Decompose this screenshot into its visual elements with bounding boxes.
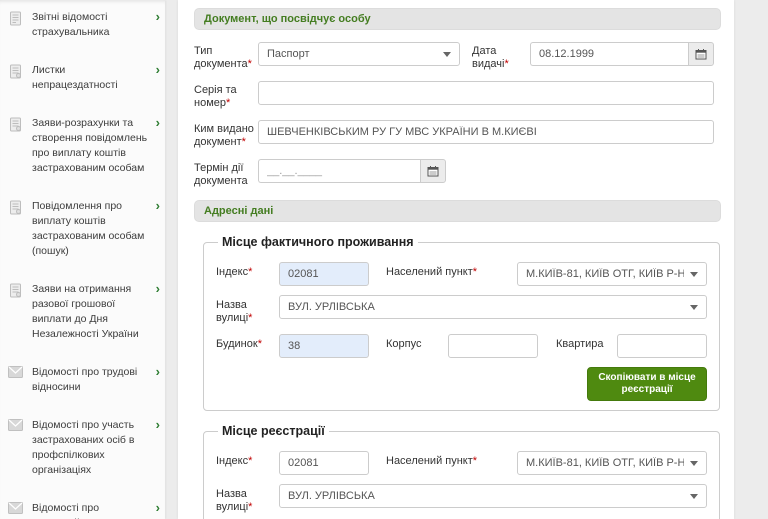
sidebar-item-zvitni-vidomosti[interactable]: Звітні відомості страхувальника ›	[8, 10, 160, 40]
residence-street-select[interactable]: ВУЛ. УРЛІВСЬКА	[279, 295, 707, 319]
block-label: Корпус	[386, 334, 448, 350]
series-number-input[interactable]	[258, 81, 714, 105]
required-asterisk: *	[258, 338, 262, 350]
registration-settlement-value: М.КИЇВ-81, КИЇВ ОТГ, КИЇВ Р-Н, КИЇВ ОБЛ.	[526, 457, 684, 469]
series-number-label: Серія та номер*	[194, 81, 258, 110]
registration-legend: Місце реєстрації	[218, 424, 329, 438]
chevron-right-icon: ›	[148, 116, 160, 130]
chevron-right-icon: ›	[148, 63, 160, 77]
required-asterisk: *	[473, 455, 477, 467]
sidebar-item-trudovi-vidnosyny[interactable]: Відомості про трудові відносини ›	[8, 365, 160, 395]
main-content: Документ, що посвідчує особу Тип докумен…	[178, 0, 734, 519]
required-asterisk: *	[473, 266, 477, 278]
sidebar-item-povidomlennia-poshuk[interactable]: Повідомлення про виплату коштів застрахо…	[8, 199, 160, 259]
chevron-down-icon	[690, 272, 698, 277]
doc-type-label: Тип документа*	[194, 42, 258, 71]
section-header-address-data: Адресні дані	[194, 200, 721, 222]
issued-by-label: Ким видано документ*	[194, 120, 258, 149]
issue-date-label: Дата видачі*	[472, 42, 530, 71]
registration-index-input[interactable]	[279, 451, 369, 475]
residence-street-value: ВУЛ. УРЛІВСЬКА	[288, 301, 684, 313]
doc-type-select[interactable]: Паспорт	[258, 42, 460, 66]
chevron-down-icon	[690, 461, 698, 466]
registration-fieldset: Місце реєстрації Індекс* Населений пункт…	[203, 424, 720, 519]
residence-legend: Місце фактичного проживання	[218, 235, 418, 249]
registration-street-select[interactable]: ВУЛ. УРЛІВСЬКА	[279, 484, 707, 508]
chevron-right-icon: ›	[148, 418, 160, 432]
app-window: Звітні відомості страхувальника › Листки…	[0, 0, 768, 519]
residence-apartment-input[interactable]	[617, 334, 707, 358]
chevron-down-icon	[443, 52, 451, 57]
sidebar-item-label: Звітні відомості страхувальника	[32, 10, 148, 40]
sidebar-item-medychnyi-ohliad[interactable]: Відомості про медичний огляд працівників…	[8, 501, 160, 519]
calendar-icon	[695, 48, 707, 60]
required-asterisk: *	[504, 58, 508, 70]
calendar-icon	[427, 165, 439, 177]
required-asterisk: *	[248, 266, 252, 278]
envelope-icon	[8, 366, 24, 381]
residence-block-input[interactable]	[448, 334, 538, 358]
required-asterisk: *	[226, 97, 230, 109]
chevron-right-icon: ›	[148, 365, 160, 379]
validity-term-label: Термін дії документа	[194, 159, 258, 188]
report-icon	[8, 11, 24, 29]
sidebar-item-label: Заяви-розрахунки та створення повідомлен…	[32, 116, 148, 176]
chevron-right-icon: ›	[148, 282, 160, 296]
sidebar-item-label: Листки непрацездатності	[32, 63, 148, 93]
envelope-icon	[8, 502, 24, 517]
chevron-down-icon	[690, 494, 698, 499]
chevron-down-icon	[690, 305, 698, 310]
sidebar-item-label: Відомості про медичний огляд працівників	[32, 501, 148, 519]
residence-fieldset: Місце фактичного проживання Індекс* Насе…	[203, 235, 720, 411]
doc-type-value: Паспорт	[267, 48, 437, 60]
required-asterisk: *	[248, 501, 252, 513]
sidebar-menu: Звітні відомості страхувальника › Листки…	[0, 0, 165, 519]
validity-term-input[interactable]	[258, 159, 420, 183]
calendar-button[interactable]	[420, 159, 446, 183]
settlement-label: Населений пункт*	[386, 262, 517, 278]
chevron-right-icon: ›	[148, 10, 160, 24]
street-label: Назва вулиці*	[216, 295, 279, 325]
street-label: Назва вулиці*	[216, 484, 279, 514]
sidebar-item-label: Повідомлення про виплату коштів застрахо…	[32, 199, 148, 259]
residence-index-input[interactable]	[279, 262, 369, 286]
registration-settlement-select[interactable]: М.КИЇВ-81, КИЇВ ОТГ, КИЇВ Р-Н, КИЇВ ОБЛ.	[517, 451, 707, 475]
copy-to-registration-button[interactable]: Скопіювати в місце реєстрації	[587, 367, 707, 401]
chevron-right-icon: ›	[148, 199, 160, 213]
residence-settlement-select[interactable]: М.КИЇВ-81, КИЇВ ОТГ, КИЇВ Р-Н, КИЇВ ОБЛ.	[517, 262, 707, 286]
sheet-icon	[8, 117, 24, 135]
residence-settlement-value: М.КИЇВ-81, КИЇВ ОТГ, КИЇВ Р-Н, КИЇВ ОБЛ.	[526, 268, 684, 280]
sidebar-item-profspilky[interactable]: Відомості про участь застрахованих осіб …	[8, 418, 160, 478]
index-label: Індекс*	[216, 451, 279, 468]
required-asterisk: *	[248, 455, 252, 467]
residence-building-input[interactable]	[279, 334, 369, 358]
registration-street-value: ВУЛ. УРЛІВСЬКА	[288, 490, 684, 502]
section-header-identity-document: Документ, що посвідчує особу	[194, 8, 721, 30]
issue-date-input[interactable]	[530, 42, 688, 66]
settlement-label: Населений пункт*	[386, 451, 517, 467]
sidebar-item-lystky-nepratsezdatnosti[interactable]: Листки непрацездатності ›	[8, 63, 160, 93]
apartment-label: Квартира	[556, 334, 617, 350]
required-asterisk: *	[242, 136, 246, 148]
sidebar-item-label: Відомості про трудові відносини	[32, 365, 148, 395]
chevron-right-icon: ›	[148, 501, 160, 515]
required-asterisk: *	[248, 312, 252, 324]
calendar-button[interactable]	[688, 42, 714, 66]
required-asterisk: *	[248, 58, 252, 70]
sidebar-item-zaiavy-rozrakhunky[interactable]: Заяви-розрахунки та створення повідомлен…	[8, 116, 160, 176]
building-label: Будинок*	[216, 334, 279, 351]
envelope-icon	[8, 419, 24, 434]
index-label: Індекс*	[216, 262, 279, 279]
sheet-icon	[8, 64, 24, 82]
sheet-icon	[8, 200, 24, 218]
sidebar-item-zaiavy-razova-vyplata[interactable]: Заяви на отримання разової грошової випл…	[8, 282, 160, 342]
sheet-icon	[8, 283, 24, 301]
sidebar-item-label: Заяви на отримання разової грошової випл…	[32, 282, 148, 342]
sidebar-item-label: Відомості про участь застрахованих осіб …	[32, 418, 148, 478]
issued-by-input[interactable]	[258, 120, 714, 144]
